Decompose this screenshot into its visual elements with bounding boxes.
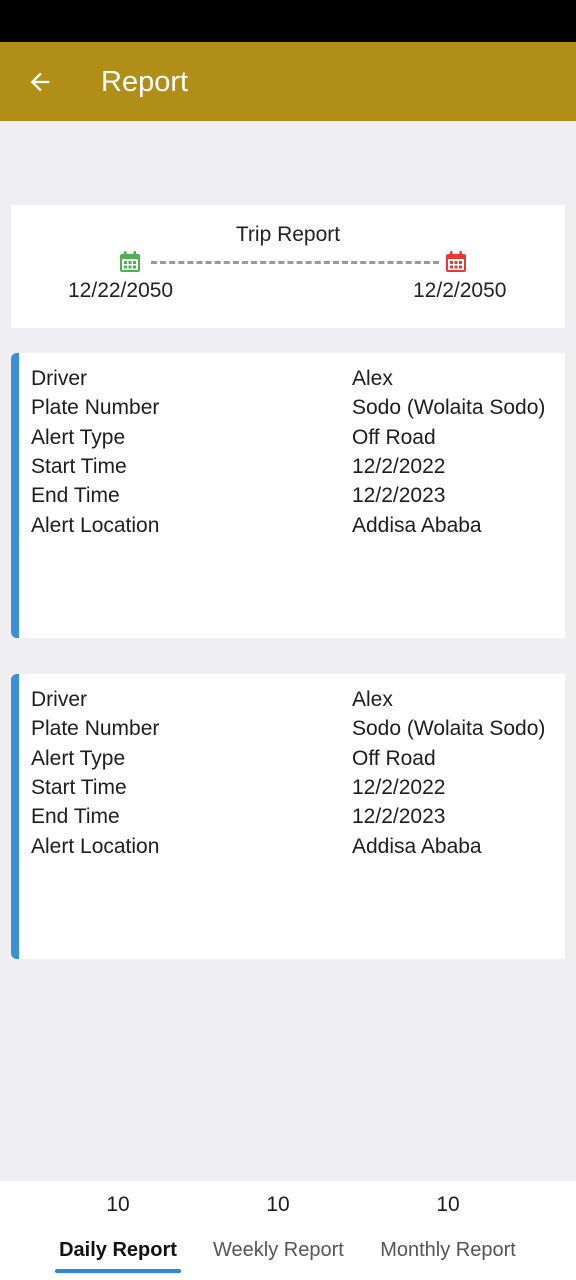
field-value: 12/2/2023 <box>352 484 446 507</box>
tab-label: Weekly Report <box>213 1239 344 1261</box>
alert-row-plate-number: Plate Number Sodo (Wolaita Sodo) <box>31 396 565 425</box>
trip-report-title: Trip Report <box>235 223 341 246</box>
active-tab-indicator <box>55 1269 181 1273</box>
alert-row-start-time: Start Time 12/2/2022 <box>31 455 565 484</box>
field-label: End Time <box>31 805 120 828</box>
alert-row-alert-type: Alert Type Off Road <box>31 426 565 455</box>
status-bar <box>0 0 576 42</box>
field-label: Plate Number <box>31 717 160 740</box>
field-value: Addisa Ababa <box>352 514 482 537</box>
back-button[interactable] <box>20 62 60 102</box>
tab-count: 10 <box>436 1193 460 1216</box>
field-label: Alert Type <box>31 747 126 770</box>
start-date[interactable]: 12/22/2050 <box>68 279 173 303</box>
field-value: 12/2/2022 <box>352 776 446 799</box>
field-value: 12/2/2023 <box>352 805 446 828</box>
alert-row-alert-location: Alert Location Addisa Ababa <box>31 514 565 543</box>
alert-row-end-time: End Time 12/2/2023 <box>31 484 565 513</box>
report-tab-bar: 10 Daily Report 10 Weekly Report 10 Mont… <box>0 1181 576 1280</box>
end-calendar-icon[interactable] <box>444 250 468 279</box>
alert-card[interactable]: Driver Alex Plate Number Sodo (Wolaita S… <box>11 674 565 959</box>
field-value: Alex <box>352 688 393 711</box>
arrow-left-icon <box>30 72 50 92</box>
alert-row-alert-location: Alert Location Addisa Ababa <box>31 835 565 864</box>
tab-label: Daily Report <box>59 1239 177 1261</box>
tab-label: Monthly Report <box>380 1239 516 1261</box>
field-value: Off Road <box>352 426 436 449</box>
app-bar: Report <box>0 42 576 121</box>
alert-row-start-time: Start Time 12/2/2022 <box>31 776 565 805</box>
field-label: Start Time <box>31 776 127 799</box>
field-value: Sodo (Wolaita Sodo) <box>352 396 546 419</box>
field-value: 12/2/2022 <box>352 455 446 478</box>
page-title: Report <box>101 66 189 98</box>
field-label: Alert Location <box>31 514 160 537</box>
end-date[interactable]: 12/2/2050 <box>413 279 506 303</box>
field-value: Sodo (Wolaita Sodo) <box>352 717 546 740</box>
alert-card[interactable]: Driver Alex Plate Number Sodo (Wolaita S… <box>11 353 565 638</box>
trip-report-card: Trip Report 12/22/2050 12/2/2050 <box>11 205 565 328</box>
alert-row-driver: Driver Alex <box>31 367 565 396</box>
field-label: Start Time <box>31 455 127 478</box>
alert-row-end-time: End Time 12/2/2023 <box>31 805 565 834</box>
tab-weekly-report[interactable]: 10 Weekly Report <box>212 1181 344 1280</box>
field-label: Alert Location <box>31 835 160 858</box>
tab-count: 10 <box>266 1193 290 1216</box>
field-label: Alert Type <box>31 426 126 449</box>
date-range-connector <box>151 261 439 264</box>
alert-row-alert-type: Alert Type Off Road <box>31 747 565 776</box>
tab-count: 10 <box>106 1193 130 1216</box>
field-label: Plate Number <box>31 396 160 419</box>
field-value: Off Road <box>352 747 436 770</box>
field-value: Addisa Ababa <box>352 835 482 858</box>
field-value: Alex <box>352 367 393 390</box>
field-label: Driver <box>31 688 87 711</box>
field-label: End Time <box>31 484 120 507</box>
field-label: Driver <box>31 367 87 390</box>
alert-row-plate-number: Plate Number Sodo (Wolaita Sodo) <box>31 717 565 746</box>
tab-daily-report[interactable]: 10 Daily Report <box>55 1181 181 1280</box>
alert-row-driver: Driver Alex <box>31 688 565 717</box>
tab-monthly-report[interactable]: 10 Monthly Report <box>370 1181 526 1280</box>
start-calendar-icon[interactable] <box>118 250 142 279</box>
